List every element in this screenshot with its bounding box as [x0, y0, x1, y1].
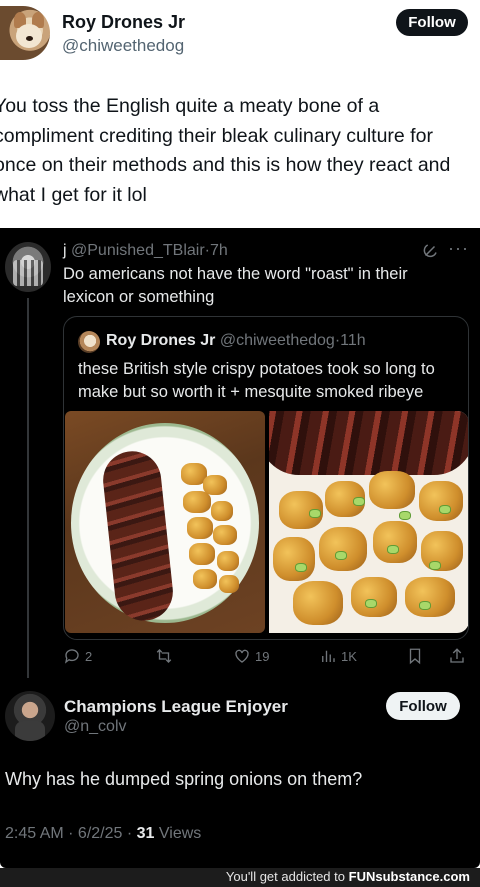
reply-action[interactable]: 2: [63, 644, 92, 668]
reply-icon: [64, 649, 79, 664]
watermark: You'll get addicted to FUNsubstance.com: [226, 869, 470, 884]
bookmark-icon: [409, 648, 421, 665]
author-name[interactable]: Roy Drones Jr: [62, 12, 185, 33]
views-action[interactable]: 1K: [319, 644, 357, 668]
post-timestamp: 2:45 AM · 6/2/25 · 31 Views: [5, 825, 202, 842]
action-bar: 2 19 1K: [63, 644, 473, 668]
reply-count: 2: [85, 648, 93, 664]
follow-button[interactable]: Follow: [396, 9, 468, 36]
quote-text: these British style crispy potatoes took…: [78, 360, 435, 401]
share-icon: [450, 648, 464, 663]
views-count: 1K: [341, 648, 357, 664]
post-views-count: 31: [136, 825, 155, 842]
views-icon: [322, 650, 335, 662]
original-post: Roy Drones Jr @chiweethedog Follow You t…: [0, 0, 480, 226]
reply-author-handle[interactable]: @Punished_TBlair: [71, 242, 205, 259]
grok-icon[interactable]: [421, 242, 439, 260]
author-avatar[interactable]: [0, 6, 50, 60]
watermark-brand: FUNsubstance.com: [348, 869, 470, 884]
like-icon: [235, 649, 249, 663]
reply-author-avatar[interactable]: [5, 242, 51, 292]
food-photo-plate[interactable]: [65, 411, 265, 633]
author-handle[interactable]: @chiweethedog: [62, 36, 184, 56]
post-time[interactable]: 2:45 AM: [5, 825, 64, 842]
quote-author-name: Roy Drones Jr: [106, 332, 216, 349]
quote-meta: Roy Drones Jr @chiweethedog·11h: [106, 332, 366, 349]
quoted-post[interactable]: Roy Drones Jr @chiweethedog·11h these Br…: [63, 316, 469, 640]
repost-icon: [156, 649, 172, 663]
reply-text: Do americans not have the word "roast" i…: [63, 265, 408, 306]
thread-line: [27, 298, 29, 678]
quote-age: 11h: [340, 332, 366, 349]
like-action[interactable]: 19: [233, 644, 269, 668]
post-date[interactable]: 6/2/25: [78, 825, 122, 842]
reply-age[interactable]: 7h: [210, 242, 228, 259]
more-icon[interactable]: ···: [448, 238, 469, 259]
repost-action[interactable]: [155, 644, 177, 668]
follow-button-secondary[interactable]: Follow: [386, 692, 460, 720]
quote-author-handle: @chiweethedog: [219, 332, 335, 349]
second-reply-text: Why has he dumped spring onions on them?: [5, 769, 363, 789]
second-reply-author-name[interactable]: Champions League Enjoyer: [64, 697, 288, 717]
bookmark-action[interactable]: [406, 644, 424, 668]
watermark-prefix: You'll get addicted to: [225, 869, 345, 884]
second-reply-author-handle[interactable]: @n_colv: [64, 718, 127, 736]
post-views-label: Views: [158, 825, 202, 842]
post-text: You toss the English quite a meaty bone …: [0, 95, 451, 206]
reply-author-name[interactable]: j: [63, 242, 67, 259]
like-count: 19: [255, 648, 270, 664]
watermark-bar: You'll get addicted to FUNsubstance.com: [0, 868, 480, 887]
food-photo-closeup[interactable]: [269, 411, 468, 633]
share-action[interactable]: [448, 644, 466, 668]
quote-author-avatar: [78, 331, 100, 353]
second-reply-avatar[interactable]: [5, 691, 55, 741]
reply-meta: j @Punished_TBlair·7h: [63, 242, 228, 259]
